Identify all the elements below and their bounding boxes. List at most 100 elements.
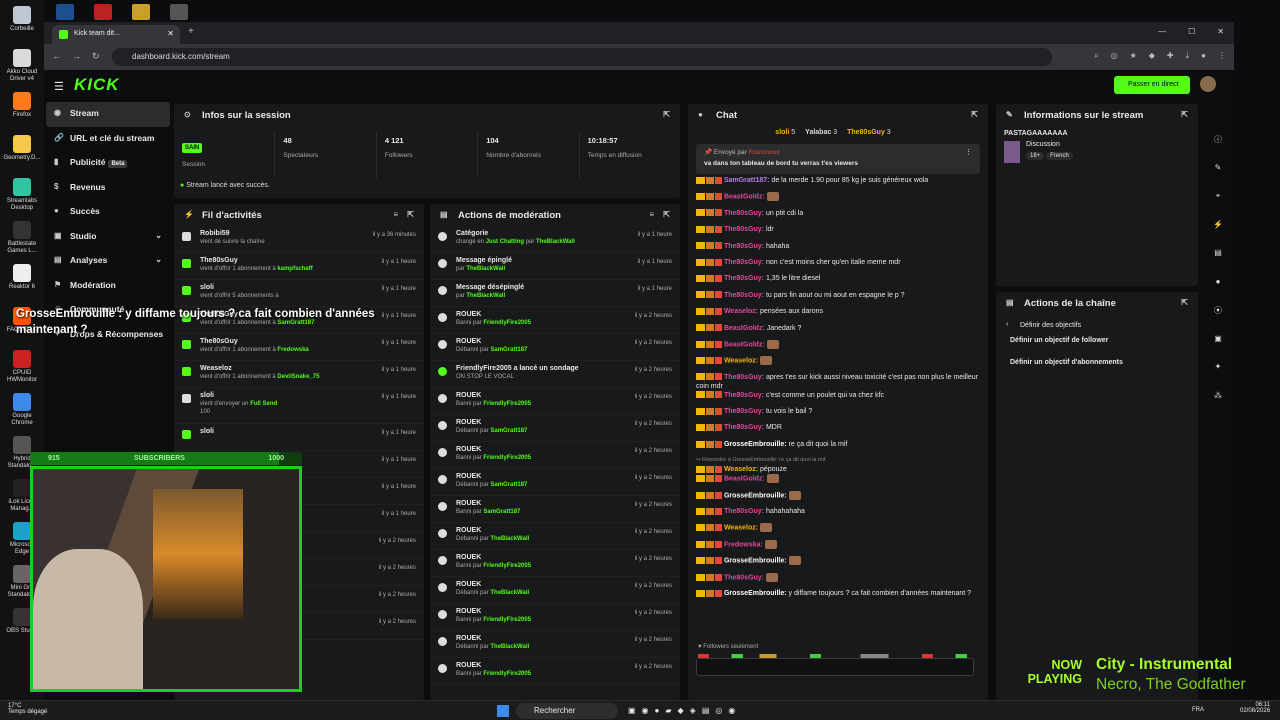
chat-username[interactable]: Weaseloz:	[722, 358, 760, 365]
follower-goal-button[interactable]: Définir un objectif de follower	[996, 337, 1198, 359]
chat-icon[interactable]: ●	[1206, 277, 1230, 306]
top-gifter[interactable]: Yalabac 3	[805, 129, 837, 136]
browser-tab[interactable]: Kick team dit... ✕	[52, 25, 180, 44]
pencil-icon[interactable]: ✎	[1206, 163, 1230, 192]
app-icon[interactable]	[56, 4, 74, 20]
desktop-icon[interactable]: CPUID HWMonitor	[2, 350, 42, 384]
desktop-icon[interactable]: Streamlabs Desktop	[2, 178, 42, 212]
weather-widget[interactable]: 17°C Temps dégagé	[8, 703, 47, 715]
flash-icon[interactable]: ⚡	[1206, 220, 1230, 249]
chat-username[interactable]: The80sGuy:	[722, 259, 766, 266]
chat-username[interactable]: Fredowska:	[722, 541, 765, 548]
chat-username[interactable]: BeastGoldz:	[722, 476, 767, 483]
sidebar-item[interactable]: $ Revenus	[46, 176, 170, 201]
chevron-down-icon[interactable]: ⌄	[155, 231, 162, 240]
taskbar-search[interactable]: Rechercher	[516, 703, 618, 719]
chat-username[interactable]: The80sGuy:	[722, 374, 766, 381]
pinned-apps[interactable]: ▣◉●▰◆◈▤◎◉	[628, 706, 741, 715]
chat-username[interactable]: GrosseEmbrouille:	[722, 492, 789, 499]
crosshair-icon[interactable]: ⌖	[1206, 191, 1230, 220]
sidebar-item[interactable]: ▮ Publicité Beta	[46, 151, 170, 176]
sidebar-item[interactable]: ◉ Stream	[46, 102, 170, 127]
chat-username[interactable]: The80sGuy:	[722, 392, 766, 399]
top-gifter[interactable]: The80sGuy 3	[847, 129, 891, 136]
reload-icon[interactable]: ↻	[92, 51, 100, 62]
desktop-icon[interactable]: Geometry.D...	[2, 135, 42, 162]
desktop-icon[interactable]: Battlestate Games L...	[2, 221, 42, 255]
go-live-button[interactable]: Passer en direct	[1114, 76, 1190, 94]
new-tab-button[interactable]: +	[188, 26, 194, 37]
subscription-goal-button[interactable]: Définir un objectif d'abonnements	[996, 359, 1198, 381]
popout-icon[interactable]: ⇱	[407, 210, 414, 219]
chat-username[interactable]: BeastGoldz:	[722, 341, 767, 348]
chat-username[interactable]: Weaseloz:	[722, 525, 760, 532]
broadcast-icon[interactable]: ⦿	[1206, 305, 1230, 334]
app-icon[interactable]	[94, 4, 112, 20]
folder-icon[interactable]	[132, 4, 150, 20]
chat-username[interactable]: Weaseloz:	[722, 466, 760, 473]
avatar[interactable]	[1200, 76, 1216, 92]
close-tab-icon[interactable]: ✕	[167, 29, 174, 38]
maximize-icon[interactable]: ☐	[1188, 27, 1195, 36]
pin-icon[interactable]: ⋮	[965, 148, 972, 156]
popout-icon[interactable]: ⇱	[1181, 298, 1188, 307]
chat-username[interactable]: The80sGuy:	[722, 226, 766, 233]
chat-username[interactable]: BeastGoldz:	[722, 194, 767, 201]
users-icon[interactable]: ⁂	[1206, 391, 1230, 420]
chat-username[interactable]: The80sGuy:	[722, 210, 766, 217]
layout-icon[interactable]: ▣	[1206, 334, 1230, 363]
hamburger-icon[interactable]: ☰	[54, 80, 64, 93]
chat-input[interactable]	[696, 658, 974, 676]
back-icon[interactable]: ←	[52, 51, 61, 61]
chat-username[interactable]: The80sGuy:	[722, 292, 766, 299]
profile-icon[interactable]: ●	[1201, 51, 1206, 61]
zoom-icon[interactable]: ⌕	[1094, 51, 1098, 61]
download-icon[interactable]: ⤓	[1186, 51, 1190, 61]
goals-back-button[interactable]: ‹ Définir des objectifs	[996, 314, 1198, 337]
document-icon[interactable]: ▤	[1206, 248, 1230, 277]
menu-icon[interactable]: ⋮	[1218, 51, 1226, 61]
popout-icon[interactable]: ⇱	[663, 110, 670, 119]
chat-username[interactable]: The80sGuy:	[722, 275, 766, 282]
filter-icon[interactable]: ≡	[649, 210, 654, 219]
sidebar-item[interactable]: ▣ Studio ⌄	[46, 225, 170, 250]
chat-username[interactable]: The80sGuy:	[722, 408, 766, 415]
chat-username[interactable]: BeastGoldz:	[722, 325, 767, 332]
url-field[interactable]: dashboard.kick.com/stream	[112, 48, 1052, 66]
extension-icon[interactable]: ◆	[1149, 51, 1155, 61]
popout-icon[interactable]: ⇱	[971, 110, 978, 119]
chevron-down-icon[interactable]: ⌄	[155, 255, 162, 264]
language-indicator[interactable]: FRA	[1192, 707, 1204, 713]
puzzle-icon[interactable]: ✚	[1167, 51, 1174, 61]
desktop-icon[interactable]: Akko Cloud Driver v4	[2, 49, 42, 83]
chat-username[interactable]: Weaseloz:	[722, 308, 760, 315]
desktop-icon[interactable]: Firefox	[2, 92, 42, 119]
filter-icon[interactable]: ≡	[393, 210, 398, 219]
forward-icon[interactable]: →	[72, 51, 81, 61]
sidebar-item[interactable]: ⚑ Modération	[46, 274, 170, 299]
popout-icon[interactable]: ⇱	[663, 210, 670, 219]
sidebar-item[interactable]: 🔗 URL et clé du stream	[46, 127, 170, 152]
top-gifter[interactable]: sloli 5	[775, 129, 795, 136]
chat-username[interactable]: The80sGuy:	[722, 243, 766, 250]
minimize-icon[interactable]: —	[1158, 27, 1166, 36]
close-window-icon[interactable]: ✕	[1217, 27, 1224, 36]
info-icon[interactable]: ⓘ	[1206, 134, 1230, 163]
popout-icon[interactable]: ⇱	[1181, 110, 1188, 119]
star-icon[interactable]: ★	[1130, 51, 1137, 61]
desktop-icon[interactable]: Reaktor 6	[2, 264, 42, 291]
desktop-icon[interactable]: Google Chrome	[2, 393, 42, 427]
sidebar-item[interactable]: ● Succès	[46, 200, 170, 225]
chat-username[interactable]: SamGratt187:	[722, 177, 771, 184]
eye-icon[interactable]: ◎	[1111, 51, 1118, 61]
chat-username[interactable]: GrosseEmbrouille:	[722, 590, 789, 597]
kick-logo[interactable]: KICK	[74, 75, 120, 95]
wrench-icon[interactable]: ✦	[1206, 362, 1230, 391]
chat-username[interactable]: The80sGuy:	[722, 574, 766, 581]
chat-username[interactable]: GrosseEmbrouille:	[722, 441, 789, 448]
chat-username[interactable]: The80sGuy:	[722, 508, 766, 515]
app-icon[interactable]	[170, 4, 188, 20]
desktop-icon[interactable]: Corbeille	[2, 6, 42, 33]
chat-username[interactable]: The80sGuy:	[722, 424, 766, 431]
sidebar-item[interactable]: ▤ Analyses ⌄	[46, 249, 170, 274]
